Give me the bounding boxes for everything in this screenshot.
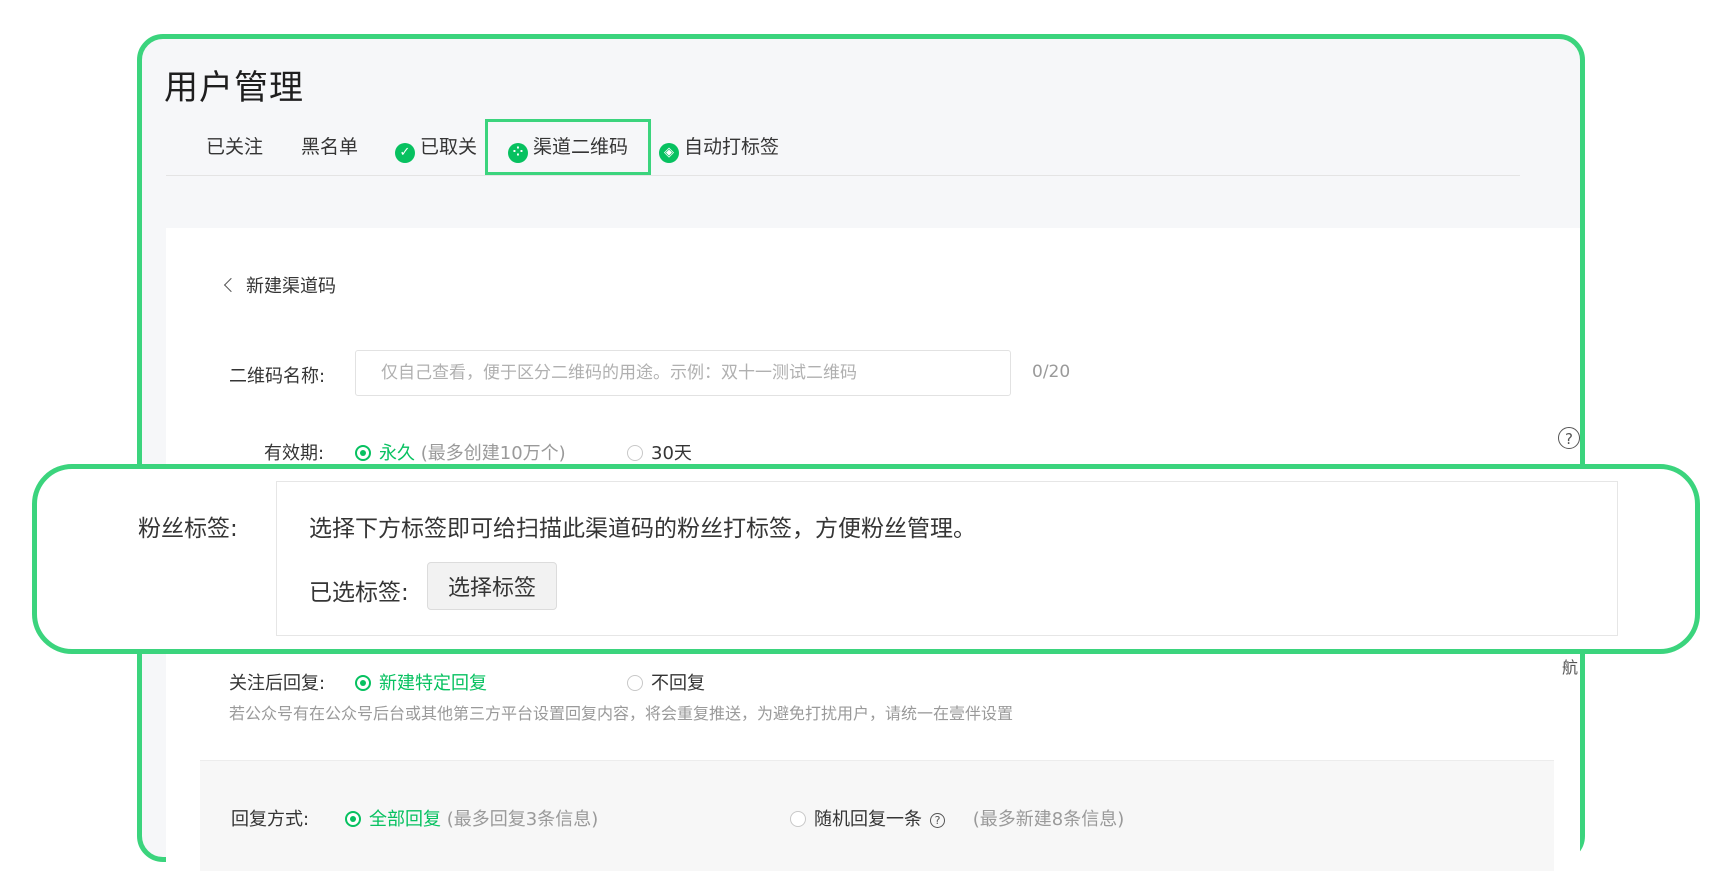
tab-bar: 已关注 黑名单 ✓ 已取关 ⁘ 渠道二维码 ◈ 自动打标签 xyxy=(166,119,1520,176)
selected-tags-label: 已选标签: xyxy=(309,580,409,606)
after-follow-option-no-reply[interactable]: 不回复 xyxy=(627,669,705,695)
side-nav-label[interactable]: 航 xyxy=(1562,654,1578,678)
back-link[interactable]: 新建渠道码 xyxy=(223,272,336,298)
chevron-left-icon xyxy=(223,277,239,293)
after-follow-option-new-reply[interactable]: 新建特定回复 xyxy=(355,669,487,695)
qr-grid-icon: ⁘ xyxy=(508,143,528,163)
after-follow-note: 若公众号有在公众号后台或其他第三方平台设置回复内容，将会重复推送，为避免打扰用户… xyxy=(229,704,1014,723)
radio-selected-icon xyxy=(345,811,361,827)
help-icon[interactable]: ? xyxy=(1558,427,1580,449)
radio-selected-icon xyxy=(355,445,371,461)
reply-mode-label: 回复方式: xyxy=(231,809,310,830)
tab-auto-tag[interactable]: ◈ 自动打标签 xyxy=(659,120,779,175)
fan-tags-label: 粉丝标签: xyxy=(138,516,238,542)
radio-unselected-icon xyxy=(627,675,643,691)
validity-option-30days[interactable]: 30天 xyxy=(627,439,692,465)
qr-name-counter: 0/20 xyxy=(1032,362,1071,382)
fan-tags-description: 选择下方标签即可给扫描此渠道码的粉丝打标签，方便粉丝管理。 xyxy=(309,516,976,542)
radio-unselected-icon xyxy=(627,445,643,461)
check-badge-icon: ✓ xyxy=(395,143,415,163)
reply-mode-option-random[interactable]: 随机回复一条? (最多新建8条信息) xyxy=(790,805,1124,831)
tab-followed[interactable]: 已关注 xyxy=(206,120,263,175)
radio-unselected-icon xyxy=(790,811,806,827)
page-title: 用户管理 xyxy=(164,68,304,108)
validity-label: 有效期: xyxy=(264,443,325,464)
tab-blacklist[interactable]: 黑名单 xyxy=(301,120,358,175)
question-help-icon[interactable]: ? xyxy=(930,813,945,828)
qr-name-input[interactable] xyxy=(355,350,1011,396)
select-tags-button[interactable]: 选择标签 xyxy=(427,562,557,610)
tab-unfollowed[interactable]: ✓ 已取关 xyxy=(395,120,477,175)
tab-channel-qrcode[interactable]: ⁘ 渠道二维码 xyxy=(485,119,652,175)
fan-tags-panel xyxy=(276,481,1618,636)
after-follow-label: 关注后回复: xyxy=(229,673,326,694)
reply-mode-option-all[interactable]: 全部回复 (最多回复3条信息) xyxy=(345,805,598,831)
radio-selected-icon xyxy=(355,675,371,691)
qr-name-label: 二维码名称: xyxy=(229,366,326,387)
tag-icon: ◈ xyxy=(659,143,679,163)
validity-option-permanent[interactable]: 永久 (最多创建10万个) xyxy=(355,439,566,465)
